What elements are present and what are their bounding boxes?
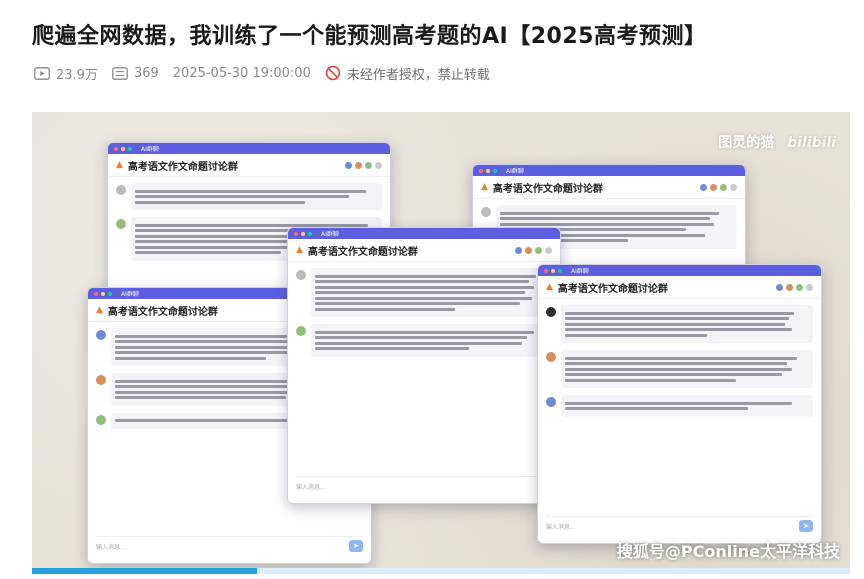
avatar: [720, 183, 727, 191]
video-progress-fill: [32, 568, 257, 574]
chat-title: 高考语文作文命题讨论群: [107, 306, 218, 318]
flame-icon: ▲: [96, 305, 103, 315]
views-count: 23.9万: [56, 67, 98, 83]
chat-title: 高考语文作文命题讨论群: [492, 183, 603, 195]
copyright-notice: 未经作者授权，禁止转载: [325, 64, 490, 83]
flame-icon: ▲: [546, 282, 553, 292]
channel-brand: 图灵的猫 bilibili: [718, 132, 836, 152]
avatar: [700, 183, 707, 191]
settings-icon[interactable]: [730, 183, 737, 191]
video-progress-track[interactable]: [32, 568, 850, 574]
chat-window-5: AI群聊 ▲ 高考语文作文命题讨论群 输入消息... ➤: [537, 264, 822, 544]
chat-title: 高考语文作文命题讨论群: [557, 283, 668, 295]
avatar: [345, 161, 352, 169]
flame-icon: ▲: [116, 160, 123, 170]
publish-datetime: 2025-05-30 19:00:00: [172, 65, 311, 81]
avatar: [535, 246, 542, 254]
avatar: [365, 161, 372, 169]
chat-input[interactable]: 输入消息... ➤: [96, 536, 363, 555]
chat-window-4: AI群聊 ▲ 高考语文作文命题讨论群 输入消息... ➤: [287, 227, 561, 504]
settings-icon[interactable]: [375, 161, 382, 169]
avatar: [525, 246, 532, 254]
play-icon: [34, 66, 50, 80]
no-reprint-icon: [325, 65, 341, 81]
views-stat: 23.9万: [34, 64, 98, 83]
channel-name: 图灵的猫: [718, 135, 775, 151]
chat-title: 高考语文作文命题讨论群: [127, 161, 238, 173]
comments-stat: 369: [112, 66, 159, 81]
copyright-text: 未经作者授权，禁止转载: [346, 67, 490, 83]
avatar: [355, 161, 362, 169]
article-meta: 23.9万 369 2025-05-30 19:00:00 未经作者授权，禁止转…: [34, 62, 504, 84]
chat-input-placeholder: 输入消息...: [96, 543, 126, 551]
send-button[interactable]: ➤: [349, 540, 363, 552]
settings-icon[interactable]: [545, 246, 552, 254]
avatar: [796, 283, 803, 291]
video-player[interactable]: 图灵的猫 bilibili AI群聊 ▲ 高考语文作文命题讨论群 AI群聊 ▲ …: [32, 112, 850, 574]
avatar: [515, 246, 522, 254]
avatar: [776, 283, 783, 291]
article-title: 爬遍全网数据，我训练了一个能预测高考题的AI【2025高考预测】: [32, 24, 707, 49]
chat-title: 高考语文作文命题讨论群: [307, 246, 418, 258]
source-watermark: 搜狐号@PConline太平洋科技: [616, 542, 840, 561]
chat-input-placeholder: 输入消息...: [296, 483, 326, 491]
chat-input[interactable]: 输入消息... ➤: [296, 476, 552, 495]
comments-count: 369: [133, 65, 159, 81]
send-button[interactable]: ➤: [799, 520, 813, 532]
avatar: [786, 283, 793, 291]
comment-list-icon: [112, 66, 128, 80]
chat-input[interactable]: 输入消息... ➤: [546, 516, 813, 535]
bilibili-logo: bilibili: [787, 135, 836, 151]
settings-icon[interactable]: [806, 283, 813, 291]
flame-icon: ▲: [481, 182, 488, 192]
chat-input-placeholder: 输入消息...: [546, 523, 576, 531]
flame-icon: ▲: [296, 245, 303, 255]
avatar: [710, 183, 717, 191]
